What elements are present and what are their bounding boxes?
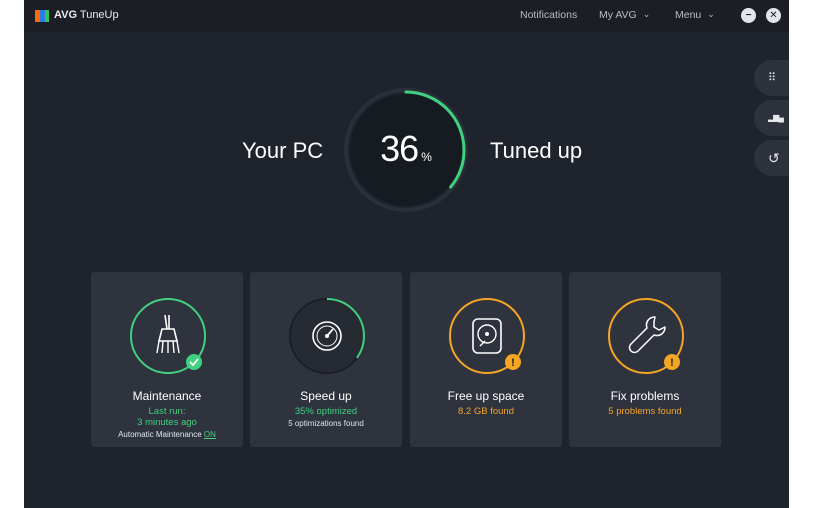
maintenance-last-run-label: Last run: xyxy=(148,406,186,417)
rescue-center-button[interactable]: ↺ xyxy=(754,140,789,176)
maintenance-last-run-value: 3 minutes ago xyxy=(137,417,197,428)
menu-dropdown[interactable]: Menu ⌄ xyxy=(675,9,715,21)
speed-up-note: 5 optimizations found xyxy=(288,419,364,428)
speed-up-status: 35% optimized xyxy=(294,406,358,417)
stats-button[interactable]: ▂▆▄ xyxy=(754,100,789,136)
brand-bold: AVG xyxy=(54,9,78,21)
warning-icon: ! xyxy=(670,357,674,369)
speed-up-title: Speed up xyxy=(300,389,352,403)
my-avg-menu[interactable]: My AVG ⌄ xyxy=(599,9,650,21)
chart-icon: ▂▆▄ xyxy=(768,113,784,122)
minimize-button[interactable]: − xyxy=(741,8,756,23)
free-up-space-card[interactable]: ! Free up space 8.2 GB found xyxy=(410,272,562,447)
app-window: AVG TuneUp Notifications My AVG ⌄ Menu ⌄ −… xyxy=(24,0,789,508)
maintenance-card[interactable]: Maintenance Last run: 3 minutes ago Auto… xyxy=(91,272,243,447)
undo-icon: ↺ xyxy=(768,150,780,166)
close-button[interactable]: ✕ xyxy=(766,8,781,23)
brand-name: TuneUp xyxy=(79,9,119,21)
automatic-maintenance-toggle-link[interactable]: ON xyxy=(204,430,216,439)
fix-problems-card[interactable]: ! Fix problems 5 problems found xyxy=(569,272,721,447)
app-title: AVG TuneUp xyxy=(54,9,119,21)
chevron-down-icon: ⌄ xyxy=(642,9,651,19)
fix-problems-status: 5 problems found xyxy=(608,406,682,417)
warning-icon: ! xyxy=(511,357,515,369)
notifications-link[interactable]: Notifications xyxy=(520,9,577,21)
fix-problems-title: Fix problems xyxy=(610,389,680,403)
percent-unit: % xyxy=(421,150,432,164)
automatic-maintenance-note: Automatic Maintenance ON xyxy=(118,430,216,439)
broom-icon xyxy=(130,298,206,374)
speed-up-card[interactable]: Speed up 35% optimized 5 optimizations f… xyxy=(250,272,402,447)
grid-icon: ⠿ xyxy=(768,72,777,84)
tuneup-percentage: 36% xyxy=(344,128,468,170)
free-up-space-status: 8.2 GB found xyxy=(458,406,514,417)
speedometer-icon xyxy=(289,298,365,374)
maintenance-title: Maintenance xyxy=(132,389,202,403)
wrench-icon: ! xyxy=(608,298,684,374)
percent-value: 36 xyxy=(380,128,419,169)
tuned-up-label: Tuned up xyxy=(490,138,583,163)
your-pc-label: Your PC xyxy=(242,138,324,163)
free-up-space-title: Free up space xyxy=(447,389,525,403)
hard-drive-icon: ! xyxy=(449,298,525,374)
apps-grid-button[interactable]: ⠿ xyxy=(754,60,789,96)
avg-logo-icon xyxy=(35,10,49,22)
chevron-down-icon: ⌄ xyxy=(707,9,715,19)
title-bar: AVG TuneUp Notifications My AVG ⌄ Menu ⌄ −… xyxy=(24,0,789,32)
